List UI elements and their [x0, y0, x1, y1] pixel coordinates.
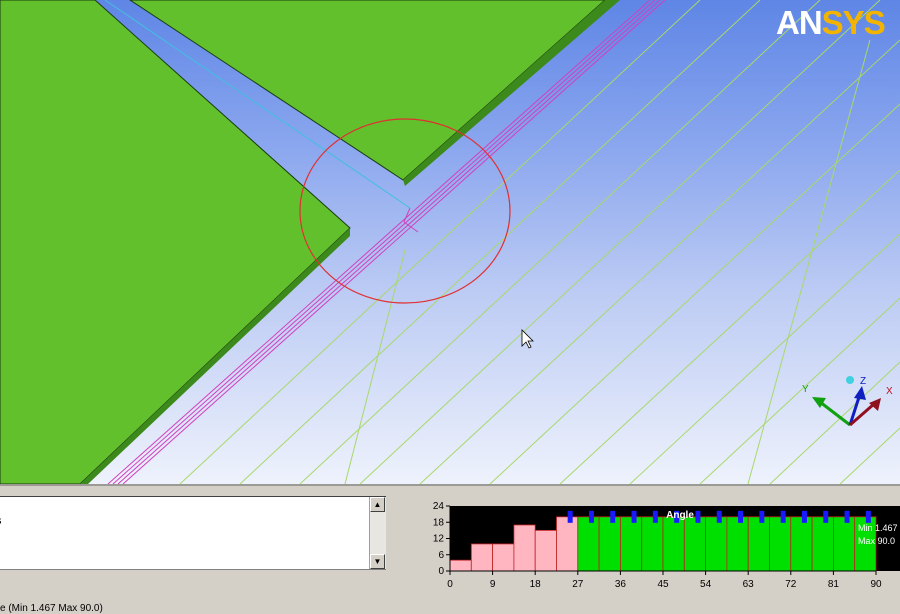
histogram-bar[interactable] [683, 516, 706, 572]
histogram-bar[interactable] [577, 516, 600, 572]
histogram-y-tick-label: 18 [433, 517, 445, 528]
histogram-x-tick-label: 45 [657, 579, 669, 590]
angle-histogram[interactable]: 0 6 12 18 24 0 9 18 27 36 45 54 63 72 81 90 Angle Min 1… [418, 494, 900, 594]
histogram-bar[interactable] [556, 516, 579, 572]
histogram-y-tick-label: 12 [433, 534, 445, 545]
log-line: s [0, 515, 2, 527]
histogram-bar[interactable] [470, 543, 493, 572]
histogram-marker [759, 510, 765, 523]
scroll-up-button[interactable]: ▲ [370, 497, 385, 512]
histogram-marker [695, 510, 701, 523]
histogram-min-label: Min 1.467 [858, 523, 898, 533]
iso-ball-icon[interactable] [846, 376, 854, 384]
histogram-bar[interactable] [619, 516, 643, 572]
axis-triad[interactable]: Y Z X [802, 376, 893, 427]
histogram-y-tick-label: 24 [433, 501, 445, 512]
histogram-x-tick-label: 27 [572, 579, 584, 590]
histogram-bar[interactable] [790, 516, 813, 572]
histogram-x-tick-label: 18 [530, 579, 542, 590]
histogram-x-tick-label: 63 [743, 579, 755, 590]
histogram-chart: 0 6 12 18 24 0 9 18 27 36 45 54 63 72 81 90 Angle Min 1… [433, 501, 900, 590]
histogram-y-tick-label: 0 [438, 566, 444, 577]
histogram-x-tick-label: 81 [828, 579, 840, 590]
histogram-marker [631, 510, 637, 523]
histogram-bar[interactable] [705, 516, 728, 572]
x-axis-label: X [886, 386, 893, 397]
histogram-marker [844, 510, 850, 523]
histogram-x-tick-label: 36 [615, 579, 627, 590]
histogram-bar[interactable] [811, 516, 834, 572]
histogram-marker [588, 510, 594, 523]
log-scrollbar[interactable]: ▲ ▼ [369, 497, 386, 569]
histogram-marker [865, 510, 871, 523]
histogram-marker [610, 510, 616, 523]
histogram-marker [716, 510, 722, 523]
histogram-bar[interactable] [534, 529, 557, 572]
ansys-logo: ANSYS [776, 4, 886, 41]
histogram-bar[interactable] [513, 524, 536, 572]
histogram-bar[interactable] [598, 516, 621, 572]
histogram-x-tick-label: 0 [447, 579, 453, 590]
histogram-marker [780, 510, 786, 523]
z-axis-label: Z [860, 376, 866, 387]
histogram-y-tick-label: 6 [438, 550, 444, 561]
histogram-x-tick-label: 54 [700, 579, 712, 590]
histogram-title: Angle [666, 510, 694, 521]
histogram-marker [567, 510, 573, 523]
histogram-bar[interactable] [492, 543, 515, 572]
histogram-bar[interactable] [747, 516, 770, 572]
histogram-x-tick-label: 90 [870, 579, 882, 590]
scroll-down-button[interactable]: ▼ [370, 554, 385, 569]
histogram-marker [823, 510, 829, 523]
histogram-max-label: Max 90.0 [858, 536, 895, 546]
histogram-x-tick-label: 9 [490, 579, 496, 590]
message-log[interactable]: s ▲ ▼ [0, 496, 386, 570]
histogram-bar[interactable] [641, 516, 664, 572]
y-axis-label: Y [802, 384, 809, 395]
histogram-marker [801, 510, 807, 523]
histogram-x-tick-label: 72 [785, 579, 797, 590]
mouse-cursor-icon [521, 329, 534, 349]
model-geometry: Y Z X [0, 0, 900, 484]
histogram-bar[interactable] [726, 516, 749, 572]
histogram-bar[interactable] [662, 516, 685, 572]
histogram-bar[interactable] [449, 559, 472, 572]
histogram-bar[interactable] [832, 516, 856, 572]
histogram-bar[interactable] [769, 516, 792, 572]
graphics-viewport[interactable]: Y Z X ANSYS [0, 0, 900, 484]
status-bar-text: e (Min 1.467 Max 90.0) [0, 603, 103, 614]
histogram-marker [652, 510, 658, 523]
histogram-marker [738, 510, 744, 523]
